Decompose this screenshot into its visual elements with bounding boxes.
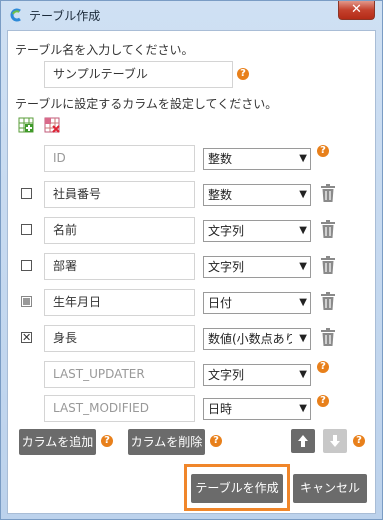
chevron-down-icon: ▼ [299,261,307,272]
column-type-select[interactable]: 文字列 ▼ [203,220,311,242]
title-bar[interactable]: テーブル作成 ✕ [1,1,382,30]
column-type-select[interactable]: 数値(小数点あり) ▼ [203,328,311,350]
column-name-input[interactable]: 社員番号 [44,181,195,208]
chevron-down-icon: ▼ [299,403,307,414]
column-name-input[interactable]: LAST_UPDATER [44,361,195,388]
delete-column-help-icon[interactable]: ? [210,435,222,447]
column-type-value: 文字列 [208,368,245,382]
chevron-down-icon: ▼ [299,225,307,236]
column-type-value: 文字列 [208,260,245,274]
column-type-select[interactable]: 日時 ▼ [203,398,311,420]
column-name-input[interactable]: ID [44,145,195,172]
last-updater-help-icon[interactable]: ? [317,361,329,373]
window-title: テーブル作成 [29,9,101,23]
cancel-button[interactable]: キャンセル [293,474,367,503]
trash-icon[interactable] [321,328,335,346]
add-column-button[interactable]: カラムを追加 [19,429,96,455]
table-name-prompt: テーブル名を入力してください。 [15,43,194,57]
column-name-input[interactable]: LAST_MODIFIED [44,395,195,422]
move-up-button[interactable] [291,429,315,453]
chevron-down-icon: ▼ [299,369,307,380]
add-column-help-icon[interactable]: ? [101,435,113,447]
column-type-select[interactable]: 整数 ▼ [203,184,311,206]
column-name-input[interactable]: 身長 [44,325,195,352]
trash-icon[interactable] [321,292,335,310]
delete-grid-icon[interactable] [44,117,60,133]
table-name-help-icon[interactable]: ? [237,68,249,80]
trash-icon[interactable] [321,220,335,238]
column-type-value: 日付 [208,296,233,310]
column-checkbox[interactable] [21,188,32,199]
chevron-down-icon: ▼ [299,297,307,308]
app-logo-icon [10,8,21,22]
create-table-button[interactable]: テーブルを作成 [191,474,283,503]
chevron-down-icon: ▼ [299,189,307,200]
column-prompt: テーブルに設定するカラムを設定してください。 [15,97,278,111]
column-type-value: 日時 [208,402,233,416]
dialog-content: テーブル名を入力してください。 サンプルテーブル ? テーブルに設定するカラムを… [7,30,376,514]
close-button[interactable]: ✕ [338,1,375,20]
chevron-down-icon: ▼ [299,153,307,164]
add-grid-icon[interactable] [18,117,34,133]
column-type-value: 文字列 [208,224,245,238]
id-column-help-icon[interactable]: ? [317,145,329,157]
column-name-input[interactable]: 部署 [44,253,195,280]
trash-icon[interactable] [321,184,335,202]
column-name-input[interactable]: 名前 [44,217,195,244]
column-checkbox[interactable] [21,224,32,235]
column-type-value: 整数 [208,188,233,202]
last-modified-help-icon[interactable]: ? [317,395,329,407]
column-type-value: 数値(小数点あり) [208,332,292,346]
column-type-select[interactable]: 文字列 ▼ [203,364,311,386]
column-type-select[interactable]: 日付 ▼ [203,292,311,314]
column-type-select[interactable]: 整数 ▼ [203,148,311,170]
move-help-icon[interactable]: ? [353,435,365,447]
column-type-value: 整数 [208,152,233,166]
column-checkbox[interactable] [21,260,32,271]
column-name-input[interactable]: 生年月日 [44,289,195,316]
trash-icon[interactable] [321,256,335,274]
delete-column-button[interactable]: カラムを削除 [128,429,205,455]
column-checkbox-disabled[interactable] [21,296,32,307]
column-checkbox-checked[interactable]: ✕ [21,332,32,343]
table-name-input[interactable]: サンプルテーブル [44,61,233,88]
create-table-dialog: テーブル作成 ✕ テーブル名を入力してください。 サンプルテーブル ? テーブル… [0,0,383,520]
move-down-button[interactable] [323,429,347,453]
chevron-down-icon: ▼ [299,333,307,344]
column-type-select[interactable]: 文字列 ▼ [203,256,311,278]
